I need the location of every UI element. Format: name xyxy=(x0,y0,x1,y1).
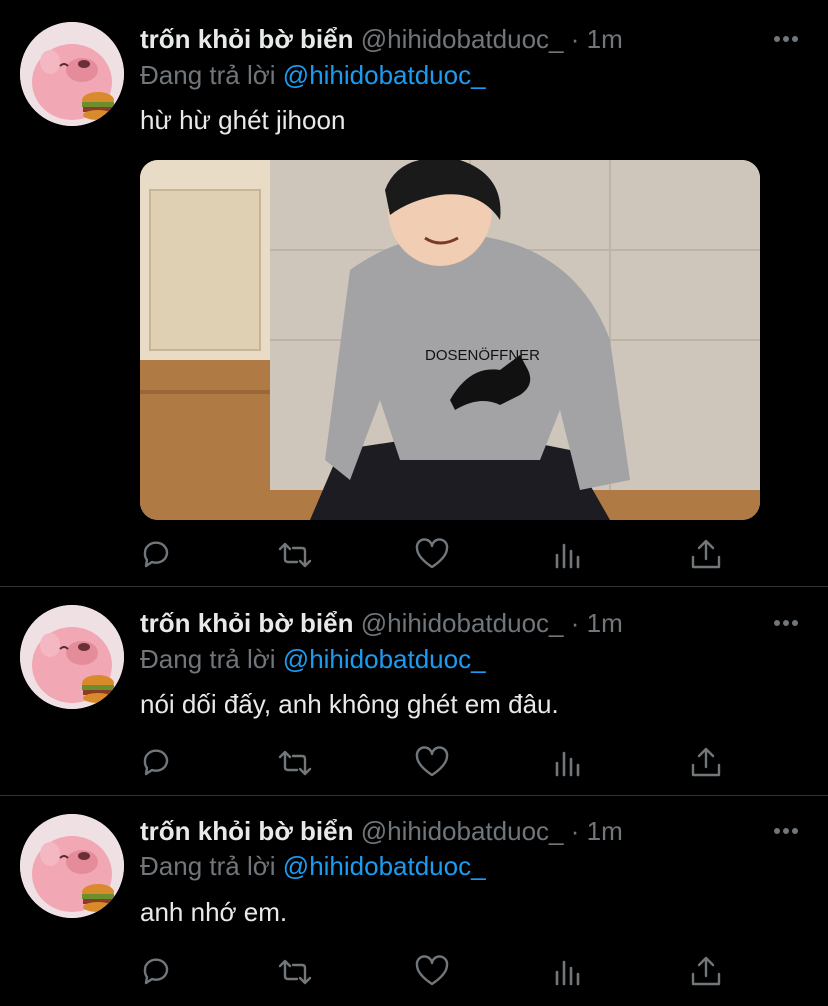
separator: · xyxy=(570,608,580,638)
replying-to-label: Đang trả lời xyxy=(140,60,276,90)
reply-icon[interactable] xyxy=(140,536,176,572)
share-icon[interactable] xyxy=(688,953,724,989)
replying-to-link[interactable]: @hihidobatduoc_ xyxy=(283,60,486,90)
analytics-icon[interactable] xyxy=(551,953,587,989)
display-name[interactable]: trốn khỏi bờ biển xyxy=(140,816,353,846)
more-options-icon[interactable] xyxy=(772,817,800,845)
like-icon[interactable] xyxy=(414,744,450,780)
analytics-icon[interactable] xyxy=(551,536,587,572)
username[interactable]: @hihidobatduoc_ xyxy=(361,24,564,54)
more-options-icon[interactable] xyxy=(772,609,800,637)
like-icon[interactable] xyxy=(414,953,450,989)
tweet-actions xyxy=(140,744,740,784)
timestamp[interactable]: 1m xyxy=(587,24,623,54)
tweet-actions xyxy=(140,536,740,576)
replying-to-link[interactable]: @hihidobatduoc_ xyxy=(283,644,486,674)
like-icon[interactable] xyxy=(414,536,450,572)
username[interactable]: @hihidobatduoc_ xyxy=(361,816,564,846)
retweet-icon[interactable] xyxy=(277,744,313,780)
reply-icon[interactable] xyxy=(140,953,176,989)
avatar[interactable] xyxy=(20,814,124,918)
timestamp[interactable]: 1m xyxy=(587,816,623,846)
tweet-text: nói dối đấy, anh không ghét em đâu. xyxy=(140,689,559,719)
tweet-text: hừ hừ ghét jihoon xyxy=(140,105,346,135)
username[interactable]: @hihidobatduoc_ xyxy=(361,608,564,638)
tweet-header: trốn khỏi bờ biển @hihidobatduoc_ · 1m xyxy=(140,24,623,54)
analytics-icon[interactable] xyxy=(551,744,587,780)
display-name[interactable]: trốn khỏi bờ biển xyxy=(140,608,353,638)
tweet[interactable]: trốn khỏi bờ biển @hihidobatduoc_ · 1m Đ… xyxy=(0,796,828,1006)
retweet-icon[interactable] xyxy=(277,536,313,572)
replying-to: Đang trả lời @hihidobatduoc_ xyxy=(140,851,486,881)
retweet-icon[interactable] xyxy=(277,953,313,989)
replying-to: Đang trả lời @hihidobatduoc_ xyxy=(140,60,486,90)
avatar[interactable] xyxy=(20,605,124,709)
tweet[interactable]: trốn khỏi bờ biển @hihidobatduoc_ · 1m Đ… xyxy=(0,0,828,587)
more-options-icon[interactable] xyxy=(772,25,800,53)
share-icon[interactable] xyxy=(688,744,724,780)
separator: · xyxy=(570,816,580,846)
tweet[interactable]: trốn khỏi bờ biển @hihidobatduoc_ · 1m Đ… xyxy=(0,587,828,796)
tweet-actions xyxy=(140,953,740,993)
tweet-text: anh nhớ em. xyxy=(140,897,288,927)
tweet-photo[interactable]: DOSENÖFFNER xyxy=(140,160,760,520)
tweet-header: trốn khỏi bờ biển @hihidobatduoc_ · 1m xyxy=(140,816,623,846)
reply-icon[interactable] xyxy=(140,744,176,780)
replying-to-label: Đang trả lời xyxy=(140,851,276,881)
replying-to-label: Đang trả lời xyxy=(140,644,276,674)
avatar[interactable] xyxy=(20,22,124,126)
timestamp[interactable]: 1m xyxy=(587,608,623,638)
replying-to: Đang trả lời @hihidobatduoc_ xyxy=(140,644,486,674)
replying-to-link[interactable]: @hihidobatduoc_ xyxy=(283,851,486,881)
tweet-header: trốn khỏi bờ biển @hihidobatduoc_ · 1m xyxy=(140,608,623,638)
separator: · xyxy=(570,24,580,54)
share-icon[interactable] xyxy=(688,536,724,572)
display-name[interactable]: trốn khỏi bờ biển xyxy=(140,24,353,54)
